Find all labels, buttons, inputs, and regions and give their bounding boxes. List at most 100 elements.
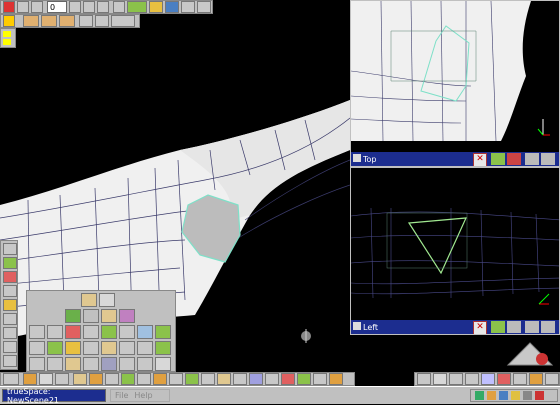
- material-button[interactable]: [149, 1, 163, 13]
- left-view-window[interactable]: Left ✕: [350, 167, 560, 335]
- view-nav-button-1[interactable]: [491, 153, 505, 165]
- palette-tool-15[interactable]: [29, 341, 45, 355]
- keyframe-button[interactable]: [113, 1, 125, 13]
- palette-tool-29[interactable]: [137, 357, 153, 371]
- palette-tool-24[interactable]: [47, 357, 63, 371]
- br-tool-3[interactable]: [449, 373, 463, 385]
- palette-tool-30[interactable]: [155, 357, 171, 371]
- bottom-tool-5[interactable]: [73, 373, 87, 385]
- bottom-tool-3[interactable]: [39, 373, 53, 385]
- br-tool-9[interactable]: [545, 373, 559, 385]
- bottom-tool-19[interactable]: [297, 373, 311, 385]
- palette-tool-3[interactable]: [65, 309, 81, 323]
- palette-tool-23[interactable]: [29, 357, 45, 371]
- top-view-window[interactable]: Top ✕: [350, 0, 560, 167]
- tray-icon-2[interactable]: [487, 391, 496, 400]
- palette-tool-7[interactable]: [29, 325, 45, 339]
- left-view-nav-button-4[interactable]: [541, 321, 555, 333]
- prev-frame-button[interactable]: [31, 1, 43, 13]
- frame-input[interactable]: 0: [47, 1, 67, 13]
- bottom-tool-6[interactable]: [89, 373, 103, 385]
- tray-icon-3[interactable]: [499, 391, 508, 400]
- palette-tool-10[interactable]: [83, 325, 99, 339]
- view-nav-button-2[interactable]: [507, 153, 521, 165]
- close-left-view-button[interactable]: ✕: [473, 321, 487, 334]
- br-tool-1[interactable]: [417, 373, 431, 385]
- br-tool-6[interactable]: [497, 373, 511, 385]
- palette-tool-28[interactable]: [119, 357, 135, 371]
- play-button[interactable]: [69, 1, 81, 13]
- palette-tool-9[interactable]: [65, 325, 81, 339]
- bottom-tool-21[interactable]: [329, 373, 343, 385]
- navigation-widget[interactable]: [500, 335, 560, 370]
- close-view-button[interactable]: ✕: [473, 153, 487, 166]
- bottom-tool-1[interactable]: [3, 373, 19, 385]
- palette-tool-13[interactable]: [137, 325, 153, 339]
- tray-icon-4[interactable]: [511, 391, 520, 400]
- record-button[interactable]: [3, 1, 15, 13]
- br-tool-8[interactable]: [529, 373, 543, 385]
- app-task-button[interactable]: trueSpace: NewScene21: [2, 387, 106, 405]
- palette-tool-22[interactable]: [155, 341, 171, 355]
- view-nav-button-3[interactable]: [525, 153, 539, 165]
- display-button[interactable]: [181, 1, 195, 13]
- left-view-nav-button-2[interactable]: [507, 321, 521, 333]
- bottom-tool-14[interactable]: [217, 373, 231, 385]
- anim-tool-6[interactable]: [111, 15, 135, 27]
- palette-tool-18[interactable]: [83, 341, 99, 355]
- help-menu[interactable]: Help: [134, 391, 152, 400]
- bottom-tool-9[interactable]: [137, 373, 151, 385]
- color-swatch-yellow[interactable]: [3, 31, 11, 37]
- bottom-tool-20[interactable]: [313, 373, 327, 385]
- palette-tool-26[interactable]: [83, 357, 99, 371]
- next-frame-button[interactable]: [83, 1, 95, 13]
- options-button[interactable]: [197, 1, 211, 13]
- br-tool-2[interactable]: [433, 373, 447, 385]
- palette-tool-17[interactable]: [65, 341, 81, 355]
- br-tool-5[interactable]: [481, 373, 495, 385]
- color-swatch-yellow-2[interactable]: [3, 39, 11, 45]
- bottom-tool-12[interactable]: [185, 373, 199, 385]
- anim-tool-4[interactable]: [79, 15, 93, 27]
- render-button[interactable]: [165, 1, 179, 13]
- tool-left-7[interactable]: [3, 327, 17, 339]
- tool-left-9[interactable]: [3, 355, 17, 367]
- anim-tool-5[interactable]: [95, 15, 109, 27]
- view-nav-button-4[interactable]: [541, 153, 555, 165]
- palette-tool-2[interactable]: [99, 293, 115, 307]
- palette-tool-20[interactable]: [119, 341, 135, 355]
- palette-tool-4[interactable]: [83, 309, 99, 323]
- palette-tool-25[interactable]: [65, 357, 81, 371]
- left-view-nav-button-1[interactable]: [491, 321, 505, 333]
- palette-tool-27[interactable]: [101, 357, 117, 371]
- palette-tool-6[interactable]: [119, 309, 135, 323]
- br-tool-7[interactable]: [513, 373, 527, 385]
- file-menu[interactable]: File: [115, 391, 128, 400]
- view-menu-icon-left[interactable]: [353, 322, 361, 330]
- palette-tool-11[interactable]: [101, 325, 117, 339]
- palette-tool-1[interactable]: [81, 293, 97, 307]
- tool-left-5[interactable]: [3, 299, 17, 311]
- object-color-button[interactable]: [3, 15, 15, 27]
- palette-tool-16[interactable]: [47, 341, 63, 355]
- left-view-nav-button-3[interactable]: [525, 321, 539, 333]
- tool-left-8[interactable]: [3, 341, 17, 353]
- bottom-tool-18[interactable]: [281, 373, 295, 385]
- br-tool-4[interactable]: [465, 373, 479, 385]
- rewind-button[interactable]: [17, 1, 29, 13]
- tray-icon-5[interactable]: [523, 391, 532, 400]
- bottom-tool-16[interactable]: [249, 373, 263, 385]
- anim-tool-3[interactable]: [59, 15, 75, 27]
- tray-icon-1[interactable]: [475, 391, 484, 400]
- palette-tool-19[interactable]: [101, 341, 117, 355]
- tool-left-2[interactable]: [3, 257, 17, 269]
- end-button[interactable]: [97, 1, 109, 13]
- bottom-tool-8[interactable]: [121, 373, 135, 385]
- tool-left-1[interactable]: [3, 243, 17, 255]
- tool-left-3[interactable]: [3, 271, 17, 283]
- bottom-tool-15[interactable]: [233, 373, 247, 385]
- palette-tool-12[interactable]: [119, 325, 135, 339]
- palette-tool-14[interactable]: [155, 325, 171, 339]
- palette-tool-21[interactable]: [137, 341, 153, 355]
- path-tool-button[interactable]: [127, 1, 147, 13]
